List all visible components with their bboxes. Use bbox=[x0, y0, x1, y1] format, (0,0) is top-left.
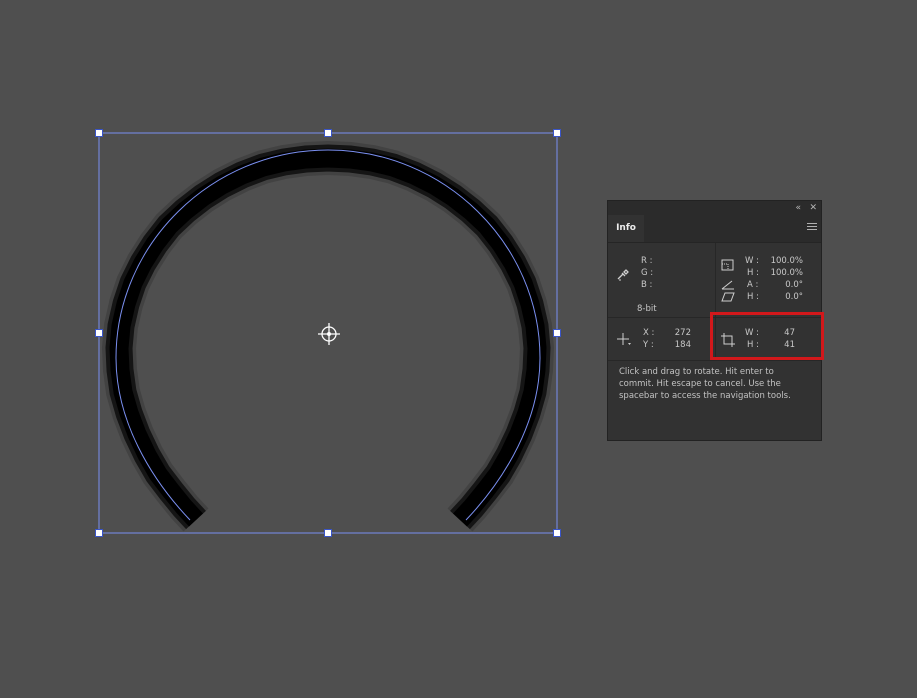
handle-bottom-left[interactable] bbox=[95, 529, 103, 537]
handle-bottom-right[interactable] bbox=[553, 529, 561, 537]
highlight-box bbox=[710, 312, 824, 360]
g-label: G : bbox=[641, 268, 654, 278]
transform-h-value: 100.0% bbox=[770, 268, 803, 278]
panel-title-bar[interactable]: « ✕ bbox=[608, 201, 821, 215]
eyedropper-icon bbox=[617, 269, 629, 281]
panel-tab-bar: Info bbox=[608, 215, 821, 243]
transform-w-label: W : bbox=[745, 256, 759, 266]
transform-skew-label: H : bbox=[747, 292, 759, 302]
transform-w-value: 100.0% bbox=[770, 256, 803, 266]
skew-icon bbox=[721, 292, 735, 302]
handle-middle-right[interactable] bbox=[553, 329, 561, 337]
crosshair-icon bbox=[617, 333, 631, 345]
angle-icon bbox=[721, 280, 734, 290]
hint-text: Click and drag to rotate. Hit enter to c… bbox=[619, 367, 791, 401]
b-label: B : bbox=[641, 280, 653, 290]
transform-a-label: A : bbox=[747, 280, 759, 290]
handle-top-right[interactable] bbox=[553, 129, 561, 137]
handle-top-left[interactable] bbox=[95, 129, 103, 137]
transform-a-value: 0.0° bbox=[785, 280, 803, 290]
close-icon[interactable]: ✕ bbox=[809, 201, 817, 215]
handle-middle-left[interactable] bbox=[95, 329, 103, 337]
bit-depth: 8-bit bbox=[637, 304, 657, 314]
section-divider-bottom bbox=[608, 360, 821, 361]
transform-h-label: H : bbox=[747, 268, 759, 278]
tab-info[interactable]: Info bbox=[608, 215, 644, 242]
collapse-icon[interactable]: « bbox=[795, 201, 801, 215]
handle-bottom-center[interactable] bbox=[324, 529, 332, 537]
transform-skew-value: 0.0° bbox=[785, 292, 803, 302]
panel-menu-icon[interactable] bbox=[807, 223, 817, 232]
x-value: 272 bbox=[674, 328, 691, 338]
handle-top-center[interactable] bbox=[324, 129, 332, 137]
scale-icon bbox=[721, 259, 734, 271]
r-label: R : bbox=[641, 256, 653, 266]
y-value: 184 bbox=[674, 340, 691, 350]
